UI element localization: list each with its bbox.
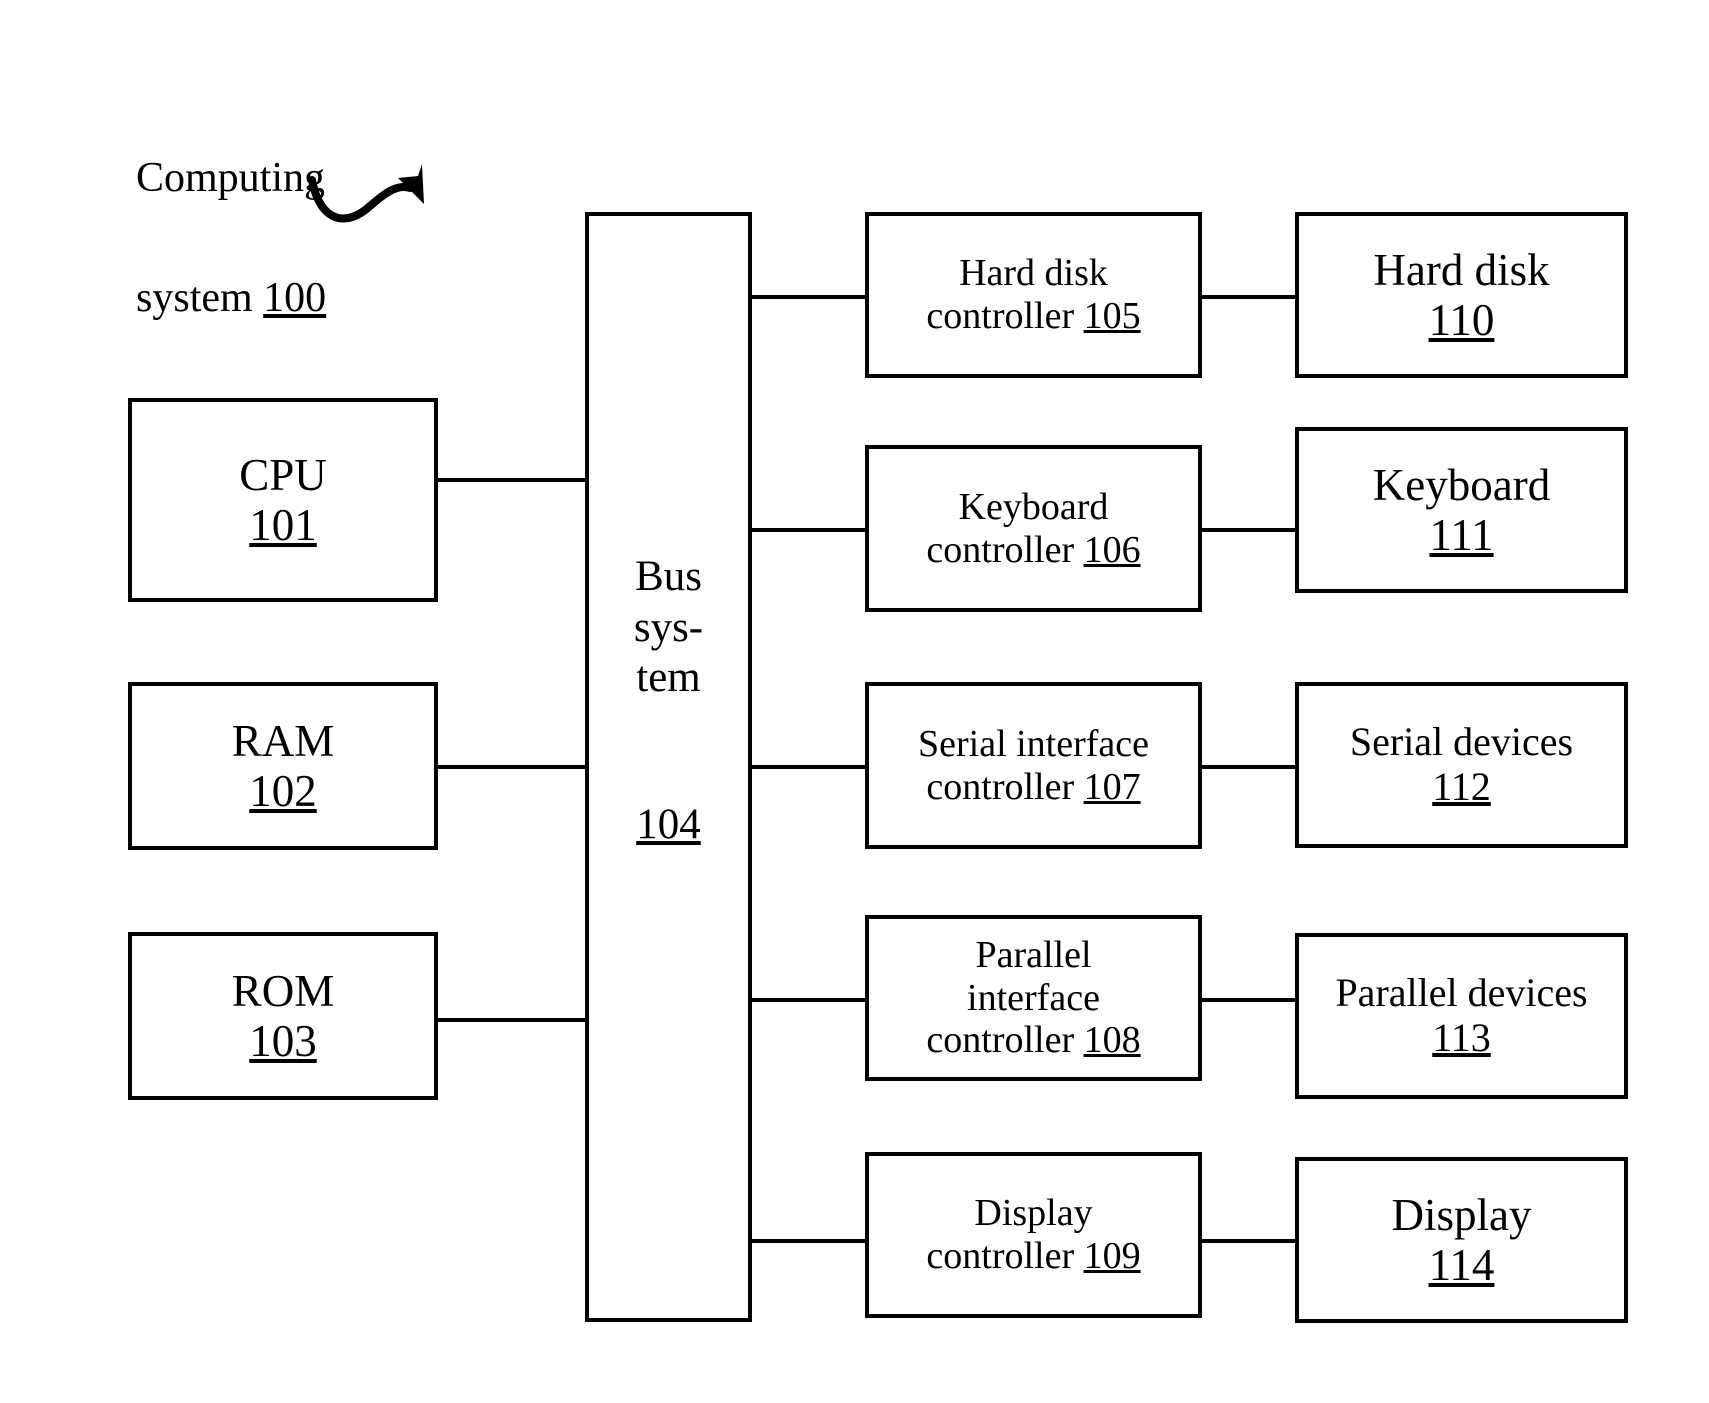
hard-disk-name: Hard disk [1373, 244, 1550, 295]
parallel-interface-controller-reference: 108 [1083, 1019, 1141, 1062]
figure-canvas: Computing system 100 CPU 101 RAM 102 ROM 10… [0, 0, 1709, 1403]
figure-title-line2-text: system [136, 275, 264, 321]
serial-devices-name: Serial devices [1349, 719, 1574, 765]
rom-box: ROM 103 [128, 932, 438, 1100]
serial-devices-label: Serial devices 112 [1349, 719, 1574, 810]
cpu-box-name: CPU [239, 449, 327, 500]
cpu-box-label: CPU 101 [239, 450, 327, 551]
serial-interface-controller-box: Serial interface controller 107 [865, 682, 1202, 849]
bus-system-name: Bus sys- tem [633, 553, 704, 702]
connector-ram-bus [434, 765, 589, 769]
hard-disk-controller-reference: 105 [1083, 295, 1141, 337]
connector-bus-parallel-interface-controller [748, 998, 869, 1002]
display-controller-box: Display controller 109 [865, 1152, 1202, 1318]
connector-bus-hard-disk-controller [748, 295, 869, 299]
hard-disk-reference: 110 [1428, 295, 1495, 345]
hard-disk-box: Hard disk 110 [1295, 212, 1628, 378]
display-controller-reference: 109 [1083, 1235, 1141, 1277]
display-reference: 114 [1428, 1240, 1495, 1290]
parallel-interface-controller-label: Parallel interface controller 108 [926, 934, 1140, 1062]
parallel-devices-label: Parallel devices 113 [1335, 970, 1588, 1061]
cpu-box-reference: 101 [249, 500, 317, 550]
rom-box-name: ROM [231, 965, 335, 1016]
serial-devices-box: Serial devices 112 [1295, 682, 1628, 848]
figure-title-line2: system 100 [136, 268, 436, 328]
parallel-devices-box: Parallel devices 113 [1295, 933, 1628, 1099]
connector-bus-serial-interface-controller [748, 765, 869, 769]
ram-box: RAM 102 [128, 682, 438, 850]
parallel-devices-reference: 113 [1432, 1015, 1491, 1060]
hard-disk-label: Hard disk 110 [1373, 245, 1549, 346]
ram-box-name: RAM [231, 715, 335, 766]
bus-system-box: Bus sys- tem 104 [585, 212, 752, 1322]
display-name: Display [1391, 1189, 1532, 1240]
cpu-box: CPU 101 [128, 398, 438, 602]
bus-system-reference: 104 [636, 801, 701, 849]
keyboard-label: Keyboard 111 [1373, 460, 1550, 561]
parallel-interface-controller-box: Parallel interface controller 108 [865, 915, 1202, 1081]
ram-box-reference: 102 [249, 766, 317, 816]
hard-disk-controller-box: Hard disk controller 105 [865, 212, 1202, 378]
hard-disk-controller-name: Hard disk controller [926, 252, 1108, 337]
keyboard-controller-label: Keyboard controller 106 [926, 486, 1140, 571]
display-controller-name: Display controller [926, 1192, 1093, 1277]
keyboard-name: Keyboard [1372, 459, 1551, 510]
figure-title: Computing system 100 [136, 88, 436, 388]
keyboard-controller-name: Keyboard controller [926, 485, 1109, 571]
display-label: Display 114 [1392, 1190, 1532, 1291]
connector-bus-display-controller [748, 1239, 869, 1243]
keyboard-controller-box: Keyboard controller 106 [865, 445, 1202, 612]
keyboard-reference: 111 [1429, 510, 1494, 560]
display-controller-label: Display controller 109 [926, 1192, 1140, 1277]
hard-disk-controller-label: Hard disk controller 105 [926, 252, 1140, 337]
connector-bus-keyboard-controller [748, 528, 869, 532]
connector-display-controller-display [1198, 1239, 1299, 1243]
serial-interface-controller-reference: 107 [1083, 765, 1141, 808]
connector-rom-bus [434, 1018, 589, 1022]
keyboard-controller-reference: 106 [1083, 528, 1141, 571]
curved-pointer-arrow-icon [308, 164, 424, 223]
parallel-devices-name: Parallel devices [1335, 970, 1588, 1016]
keyboard-box: Keyboard 111 [1295, 427, 1628, 593]
rom-box-label: ROM 103 [232, 966, 335, 1067]
serial-devices-reference: 112 [1432, 764, 1491, 809]
serial-interface-controller-label: Serial interface controller 107 [918, 723, 1149, 808]
ram-box-label: RAM 102 [232, 716, 335, 817]
parallel-interface-controller-name: Parallel interface controller [926, 934, 1100, 1062]
connector-parallel-interface-controller-parallel-devices [1198, 998, 1299, 1002]
display-box: Display 114 [1295, 1157, 1628, 1323]
figure-title-reference: 100 [263, 275, 327, 321]
connector-hard-disk-controller-hard-disk [1198, 295, 1299, 299]
connector-keyboard-controller-keyboard [1198, 528, 1299, 532]
rom-box-reference: 103 [249, 1016, 317, 1066]
connector-serial-interface-controller-serial-devices [1198, 765, 1299, 769]
connector-cpu-bus [434, 478, 589, 482]
